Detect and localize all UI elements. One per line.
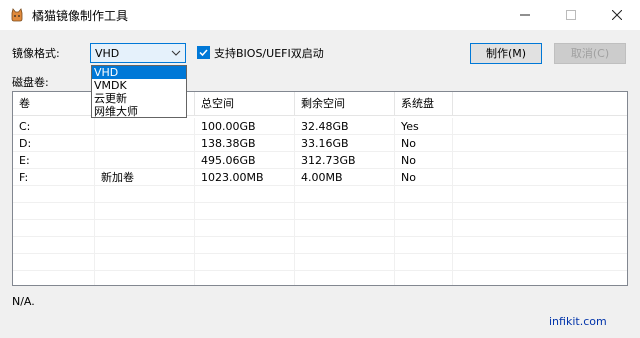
- cancel-button[interactable]: 取消(C): [554, 43, 626, 64]
- volume-list[interactable]: 卷 总空间 剩余空间 系统盘 C: 100.00GB 32.48GB Yes D…: [12, 91, 628, 286]
- empty-row: [13, 254, 627, 271]
- table-row[interactable]: E: 495.06GB 312.73GB No: [13, 152, 627, 169]
- format-option-vmdk[interactable]: VMDK: [92, 79, 186, 92]
- cell-total: 495.06GB: [195, 152, 295, 169]
- close-button[interactable]: [594, 0, 640, 30]
- format-dropdown-list: VHD VMDK 云更新 网维大师: [91, 65, 187, 118]
- status-text: N/A.: [12, 295, 35, 308]
- column-header-free[interactable]: 剩余空间: [295, 92, 395, 115]
- window-title: 橘猫镜像制作工具: [32, 9, 129, 23]
- cell-free: 32.48GB: [295, 118, 395, 135]
- cell-system: No: [395, 135, 453, 152]
- column-header-system[interactable]: 系统盘: [395, 92, 453, 115]
- cell-label: 新加卷: [95, 169, 195, 186]
- cell-label: [95, 118, 195, 135]
- empty-row: [13, 203, 627, 220]
- close-icon: [612, 10, 622, 20]
- minimize-icon: [520, 14, 530, 16]
- cell-free: 4.00MB: [295, 169, 395, 186]
- chevron-down-icon: [171, 50, 181, 56]
- table-row[interactable]: F: 新加卷 1023.00MB 4.00MB No: [13, 169, 627, 186]
- empty-row: [13, 186, 627, 203]
- format-label: 镜像格式:: [12, 47, 60, 60]
- format-select[interactable]: VHD: [90, 43, 186, 63]
- make-button[interactable]: 制作(M): [470, 43, 542, 64]
- format-option-wangweidashi[interactable]: 网维大师: [92, 105, 186, 118]
- minimize-button[interactable]: [502, 0, 548, 30]
- cell-free: 33.16GB: [295, 135, 395, 152]
- format-selected-value: VHD: [95, 47, 120, 60]
- format-option-yungengxin[interactable]: 云更新: [92, 92, 186, 105]
- cell-label: [95, 152, 195, 169]
- title-bar: 橘猫镜像制作工具: [0, 0, 640, 30]
- cell-system: Yes: [395, 118, 453, 135]
- cell-volume: E:: [13, 152, 95, 169]
- cell-system: No: [395, 152, 453, 169]
- table-row[interactable]: D: 138.38GB 33.16GB No: [13, 135, 627, 152]
- cell-total: 138.38GB: [195, 135, 295, 152]
- cell-system: No: [395, 169, 453, 186]
- cell-label: [95, 135, 195, 152]
- empty-row: [13, 237, 627, 254]
- cell-total: 1023.00MB: [195, 169, 295, 186]
- cell-free: 312.73GB: [295, 152, 395, 169]
- bios-uefi-label[interactable]: 支持BIOS/UEFI双启动: [214, 45, 324, 61]
- cell-volume: D:: [13, 135, 95, 152]
- empty-row: [13, 271, 627, 285]
- empty-row: [13, 220, 627, 237]
- format-option-vhd[interactable]: VHD: [92, 66, 186, 79]
- maximize-icon: [566, 10, 576, 20]
- column-header-total[interactable]: 总空间: [195, 92, 295, 115]
- column-header-volume[interactable]: 卷: [13, 92, 95, 115]
- cell-total: 100.00GB: [195, 118, 295, 135]
- footer-link[interactable]: infikit.com: [549, 315, 607, 328]
- maximize-button[interactable]: [548, 0, 594, 30]
- bios-uefi-checkbox[interactable]: [197, 46, 210, 59]
- checkmark-icon: [199, 49, 208, 57]
- cell-volume: F:: [13, 169, 95, 186]
- cell-volume: C:: [13, 118, 95, 135]
- cat-app-icon: [11, 8, 23, 22]
- table-row[interactable]: C: 100.00GB 32.48GB Yes: [13, 118, 627, 135]
- volumes-label: 磁盘卷:: [12, 76, 49, 89]
